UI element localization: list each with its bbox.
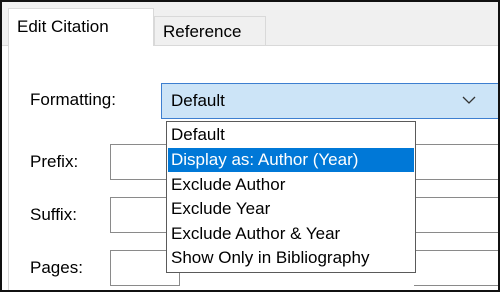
chevron-down-icon[interactable] bbox=[462, 93, 476, 107]
suffix-input-right[interactable] bbox=[414, 197, 498, 233]
pages-label: Pages: bbox=[30, 258, 83, 277]
pages-input-right[interactable] bbox=[414, 250, 498, 286]
tab-strip: Edit Citation Reference bbox=[2, 2, 498, 46]
prefix-label: Prefix: bbox=[30, 152, 79, 171]
prefix-input-right[interactable] bbox=[414, 144, 498, 180]
dropdown-option-exclude-author-year[interactable]: Exclude Author & Year bbox=[168, 222, 414, 246]
tab-edit-citation[interactable]: Edit Citation bbox=[8, 8, 154, 46]
dropdown-option-author-year[interactable]: Display as: Author (Year) bbox=[168, 148, 414, 172]
formatting-dropdown-list: Default Display as: Author (Year) Exclud… bbox=[166, 121, 416, 273]
formatting-label: Formatting: bbox=[30, 90, 116, 109]
formatting-select-value: Default bbox=[171, 91, 225, 110]
dropdown-option-default[interactable]: Default bbox=[168, 123, 414, 147]
formatting-select[interactable]: Default bbox=[161, 83, 498, 119]
suffix-label: Suffix: bbox=[30, 205, 77, 224]
dropdown-option-show-only-bibliography[interactable]: Show Only in Bibliography bbox=[168, 246, 414, 270]
dropdown-option-exclude-author[interactable]: Exclude Author bbox=[168, 173, 414, 197]
tab-reference[interactable]: Reference bbox=[154, 16, 266, 46]
edit-citation-dialog: Edit Citation Reference Formatting: Defa… bbox=[0, 0, 500, 292]
dropdown-option-exclude-year[interactable]: Exclude Year bbox=[168, 197, 414, 221]
